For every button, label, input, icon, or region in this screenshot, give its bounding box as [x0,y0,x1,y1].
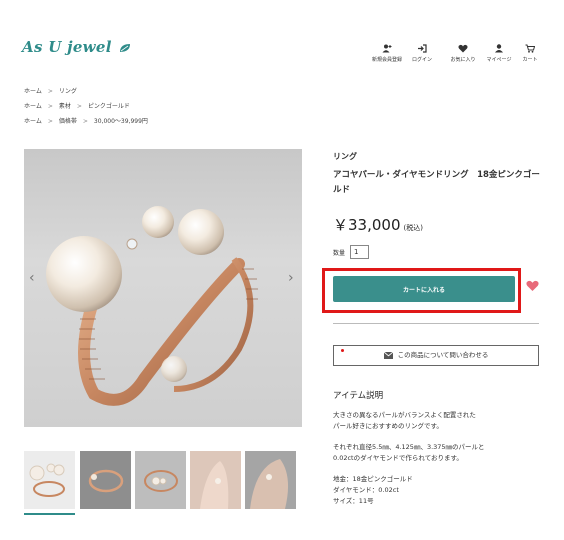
breadcrumb: ホーム > リング [24,86,83,95]
gallery-prev-arrow[interactable]: ‹ [29,270,35,286]
breadcrumb: ホーム > 価格帯 >30,000〜39,999円 [24,116,154,125]
login-icon [418,44,427,53]
breadcrumb-link[interactable]: 30,000〜39,999円 [94,118,148,125]
breadcrumb-link[interactable]: 素材 [59,103,71,110]
nav-favorites-label: お気に入り [450,57,476,63]
breadcrumb-link[interactable]: ホーム [24,88,42,95]
thumbnail-worn-hand [190,451,241,509]
nav-login-label: ログイン [411,57,432,63]
user-plus-icon [382,44,392,53]
gallery-next-arrow[interactable]: › [288,270,294,286]
quantity-label: 数量 [333,250,346,257]
thumbnail-4[interactable] [190,451,241,509]
breadcrumb-link[interactable]: ホーム [24,118,42,125]
ring-photo [46,206,258,406]
inquiry-label: この商品について問い合わせる [397,351,489,359]
desc-line: 大きさの異なるパールがバランスよく配置された [333,411,476,419]
spec-diamond: ダイヤモンド：0.02ct [333,486,399,494]
active-thumbnail-indicator [24,513,75,515]
breadcrumb-separator: > [47,103,53,110]
thumbnail-ring-top [144,470,178,492]
user-icon [495,44,503,53]
nav-login[interactable]: ログイン [400,44,444,63]
spec-material: 地金：18金ピンクゴールド [333,475,413,483]
desc-line: 0.02ctのダイヤモンドで作られております。 [333,454,463,462]
breadcrumb-link[interactable]: リング [59,88,77,95]
breadcrumb-separator: > [82,118,88,125]
quantity-input[interactable]: 1 [350,245,369,259]
thumbnail-worn-hand-2 [245,451,296,509]
breadcrumb-separator: > [47,88,53,95]
mail-icon [383,351,393,359]
product-category[interactable]: リング [333,151,357,162]
logo-text: As U jewel [22,38,112,56]
breadcrumb-link[interactable]: 価格帯 [59,118,77,125]
tax-note: (税込) [403,224,423,232]
price-value: ￥33,000 [333,216,401,234]
description-body: 大きさの異なるパールがバランスよく配置された パール好きにおすすめのリングです。… [333,410,538,517]
breadcrumb-link[interactable]: ピンクゴールド [88,103,130,110]
breadcrumb-separator: > [47,118,53,125]
thumbnail-1[interactable] [24,451,75,509]
highlight-box [322,268,521,313]
nav-cart[interactable]: カート [508,44,552,63]
desc-line: パール好きにおすすめのリングです。 [333,422,443,430]
leaf-icon [120,44,131,52]
thumbnail-2[interactable] [80,451,131,509]
thumbnail-3[interactable] [135,451,186,509]
breadcrumb: ホーム > 素材 > ピンクゴールド [24,101,136,110]
heart-icon [458,44,468,53]
breadcrumb-link[interactable]: ホーム [24,103,42,110]
product-price: ￥33,000 (税込) [333,214,423,235]
thumbnail-ring-side [88,469,124,493]
nav-cart-label: カート [522,57,538,63]
site-logo[interactable]: As U jewel [22,38,131,56]
cart-icon [525,44,535,53]
breadcrumb-separator: > [76,103,82,110]
favorite-heart-icon[interactable] [526,280,539,292]
desc-line: それぞれ直径5.5㎜、4.125㎜、3.375㎜のパールと [333,443,485,451]
product-main-image [24,149,302,427]
description-heading: アイテム説明 [333,391,384,401]
notice-dot [341,349,344,352]
nav-register-label: 新規会員登録 [371,57,402,63]
thumbnail-ring-front [29,463,65,497]
spec-size: サイズ：11号 [333,497,374,505]
inquiry-button[interactable]: この商品について問い合わせる [333,345,539,366]
divider [333,323,539,324]
thumbnail-5[interactable] [245,451,296,509]
product-title: アコヤパール・ダイヤモンドリング 18金ピンクゴールド [333,170,540,195]
